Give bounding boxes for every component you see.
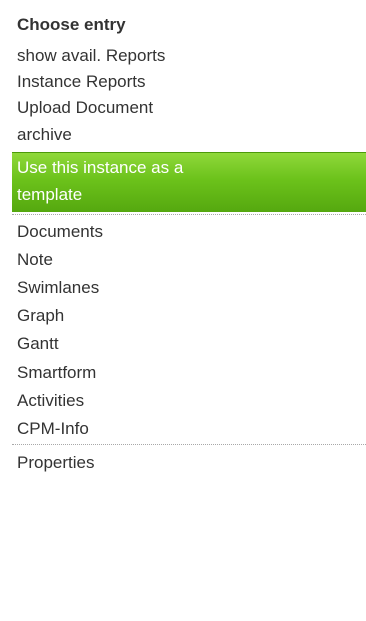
menu-group-properties: Properties [12, 448, 366, 476]
menu-group-views: Documents Note Swimlanes Graph Gantt Sma… [12, 218, 366, 443]
menu-item-gantt[interactable]: Gantt [12, 330, 366, 358]
menu-item-activities[interactable]: Activities [12, 386, 366, 414]
menu-divider [12, 444, 366, 446]
menu-item-instance-reports[interactable]: Instance Reports [12, 68, 366, 94]
menu-item-documents[interactable]: Documents [12, 218, 366, 246]
menu-item-note[interactable]: Note [12, 246, 366, 274]
menu-item-properties[interactable]: Properties [12, 448, 366, 476]
menu-item-cpm-info[interactable]: CPM-Info [12, 414, 366, 442]
menu-item-use-instance-as-template[interactable]: Use this instance as a template [12, 151, 366, 212]
menu-item-swimlanes[interactable]: Swimlanes [12, 274, 366, 302]
menu-item-show-avail-reports[interactable]: show avail. Reports [12, 42, 366, 68]
menu-item-smartform[interactable]: Smartform [12, 358, 366, 386]
menu-group-reports: show avail. Reports Instance Reports Upl… [12, 42, 366, 148]
menu-item-label-line2: template [17, 184, 83, 204]
menu-header: Choose entry [17, 15, 126, 34]
menu-item-upload-document[interactable]: Upload Document [12, 95, 366, 121]
menu-divider [12, 213, 366, 215]
menu-item-label-line1: Use this instance as a [17, 157, 184, 177]
context-menu: Choose entry show avail. Reports Instanc… [12, 0, 366, 476]
menu-item-archive[interactable]: archive [12, 121, 366, 147]
menu-item-graph[interactable]: Graph [12, 302, 366, 330]
